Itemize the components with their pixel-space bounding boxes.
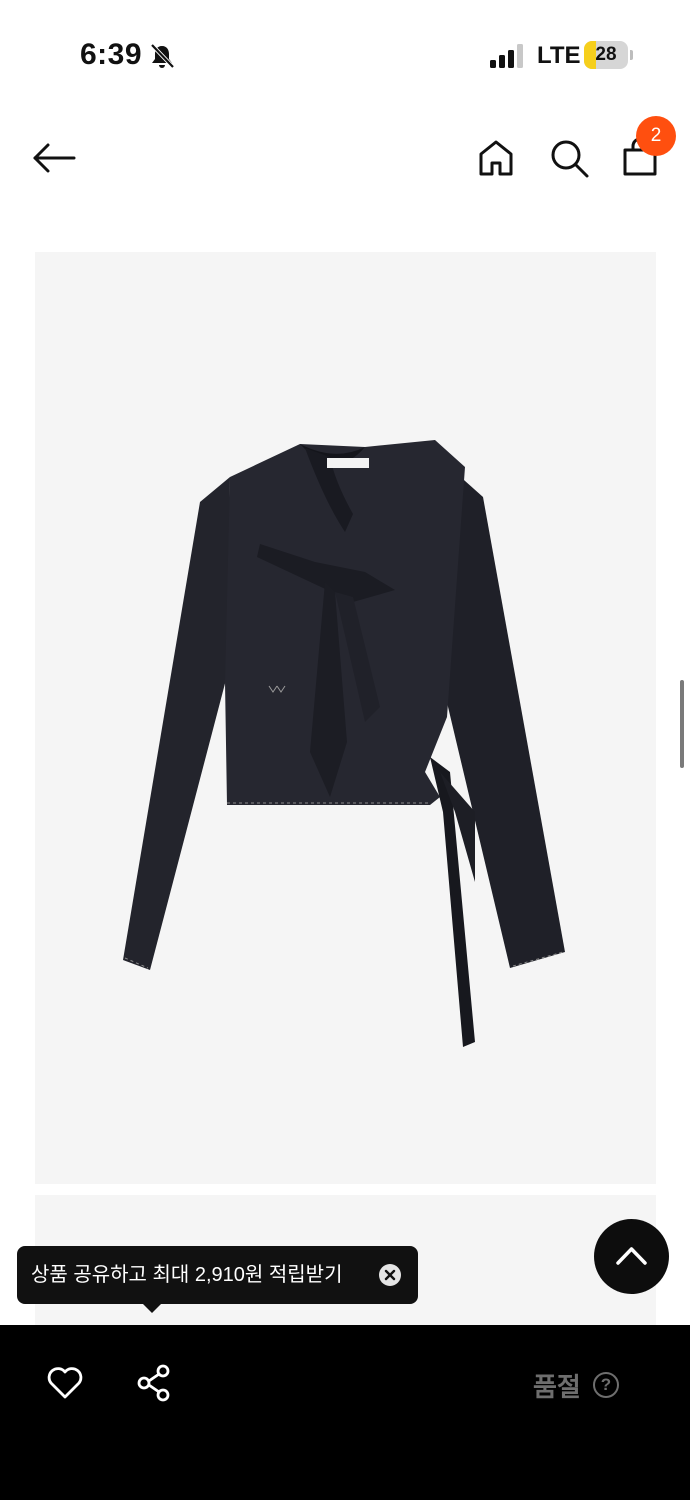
cart-count-badge: 2 (636, 116, 676, 156)
tooltip-arrow (142, 1303, 162, 1313)
battery-icon: 28 (584, 41, 633, 69)
sold-out-label: 품절 (533, 1372, 581, 1402)
heart-icon (47, 1367, 83, 1399)
product-photo-illustration (123, 440, 565, 1047)
status-bar: 6:39 LTE 28 (0, 0, 690, 110)
bottom-action-bar: 품절 ? (0, 1325, 690, 1500)
share-button[interactable] (134, 1363, 174, 1403)
share-reward-tooltip: 상품 공유하고 최대 2,910원 적립받기 (17, 1246, 418, 1304)
back-arrow-icon (33, 143, 76, 173)
scroll-indicator[interactable] (680, 680, 684, 768)
chevron-up-icon (616, 1247, 647, 1265)
help-icon[interactable]: ? (593, 1372, 619, 1398)
home-button[interactable] (474, 136, 518, 180)
status-time: 6:39 (80, 38, 143, 71)
close-icon[interactable] (379, 1264, 401, 1286)
product-image[interactable] (35, 252, 656, 1184)
share-icon (137, 1364, 170, 1402)
search-button[interactable] (547, 136, 591, 180)
like-button[interactable] (45, 1363, 85, 1403)
signal-icon (490, 44, 524, 68)
network-type: LTE (537, 42, 581, 69)
battery-percent: 28 (595, 44, 617, 65)
scroll-to-top-button[interactable] (594, 1219, 669, 1294)
home-icon (479, 140, 513, 176)
search-icon (551, 140, 589, 178)
bell-slash-icon (148, 42, 176, 70)
tooltip-text: 상품 공유하고 최대 2,910원 적립받기 (31, 1264, 343, 1286)
back-button[interactable] (30, 136, 78, 180)
